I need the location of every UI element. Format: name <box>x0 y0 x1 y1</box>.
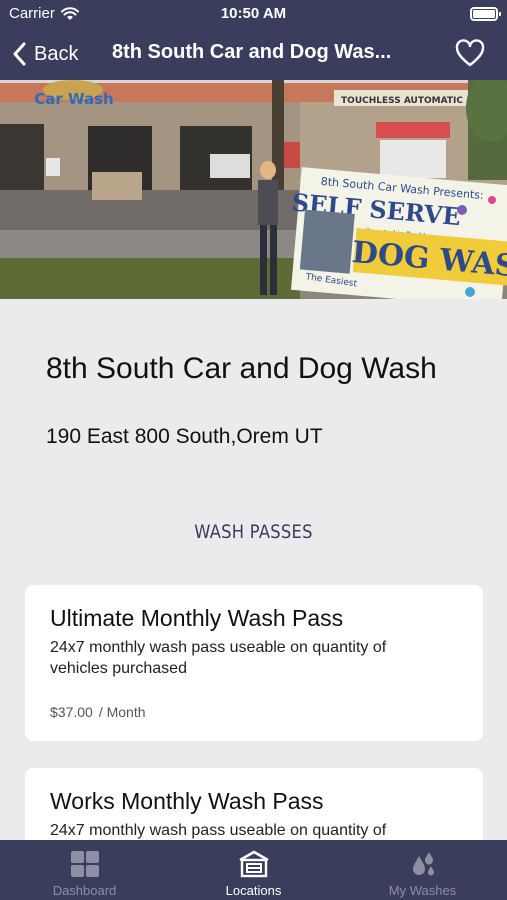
pass-price: $37.00 <box>50 704 93 720</box>
touchless-sign: TOUCHLESS AUTOMATIC <box>341 96 463 106</box>
battery-icon <box>470 7 501 21</box>
location-photo: Car Wash TOUCHLESS AUTOMATIC 8th South C… <box>0 80 507 299</box>
chevron-left-icon <box>13 42 26 66</box>
pass-title: Ultimate Monthly Wash Pass <box>50 605 344 631</box>
tab-bar: Dashboard Locations My Washes <box>0 840 507 900</box>
tab-label: Locations <box>225 883 282 898</box>
business-address: 190 East 800 South,Orem UT <box>46 425 323 448</box>
back-label: Back <box>34 42 79 65</box>
wash-pass-card[interactable]: Ultimate Monthly Wash Pass 24x7 monthly … <box>25 585 483 741</box>
tab-locations[interactable]: Locations <box>169 840 338 900</box>
tab-label: Dashboard <box>52 883 117 898</box>
car-wash-building-icon <box>238 850 269 878</box>
pass-price-row: $37.00 / Month <box>50 704 458 720</box>
favorite-button[interactable] <box>455 39 485 69</box>
pass-period: / Month <box>98 704 146 720</box>
navigation-bar: Back 8th South Car and Dog Was... <box>0 28 507 80</box>
status-bar: Carrier 10:50 AM <box>0 0 507 28</box>
heart-icon <box>455 39 485 67</box>
status-time: 10:50 AM <box>220 5 287 22</box>
water-drops-icon <box>412 852 434 876</box>
business-name: 8th South Car and Dog Wash <box>46 352 437 385</box>
dashboard-grid-icon <box>70 851 99 877</box>
tab-dashboard[interactable]: Dashboard <box>0 840 169 900</box>
pass-title: Works Monthly Wash Pass <box>50 788 324 814</box>
page-title: 8th South Car and Dog Was... <box>112 41 392 63</box>
building-sign: Car Wash <box>34 90 114 108</box>
tab-my-washes[interactable]: My Washes <box>338 840 507 900</box>
tab-label: My Washes <box>388 883 457 898</box>
pass-description: 24x7 monthly wash pass useable on quanti… <box>50 639 387 677</box>
back-button[interactable]: Back <box>12 38 78 70</box>
wash-passes-heading: WASH PASSES <box>194 521 313 543</box>
